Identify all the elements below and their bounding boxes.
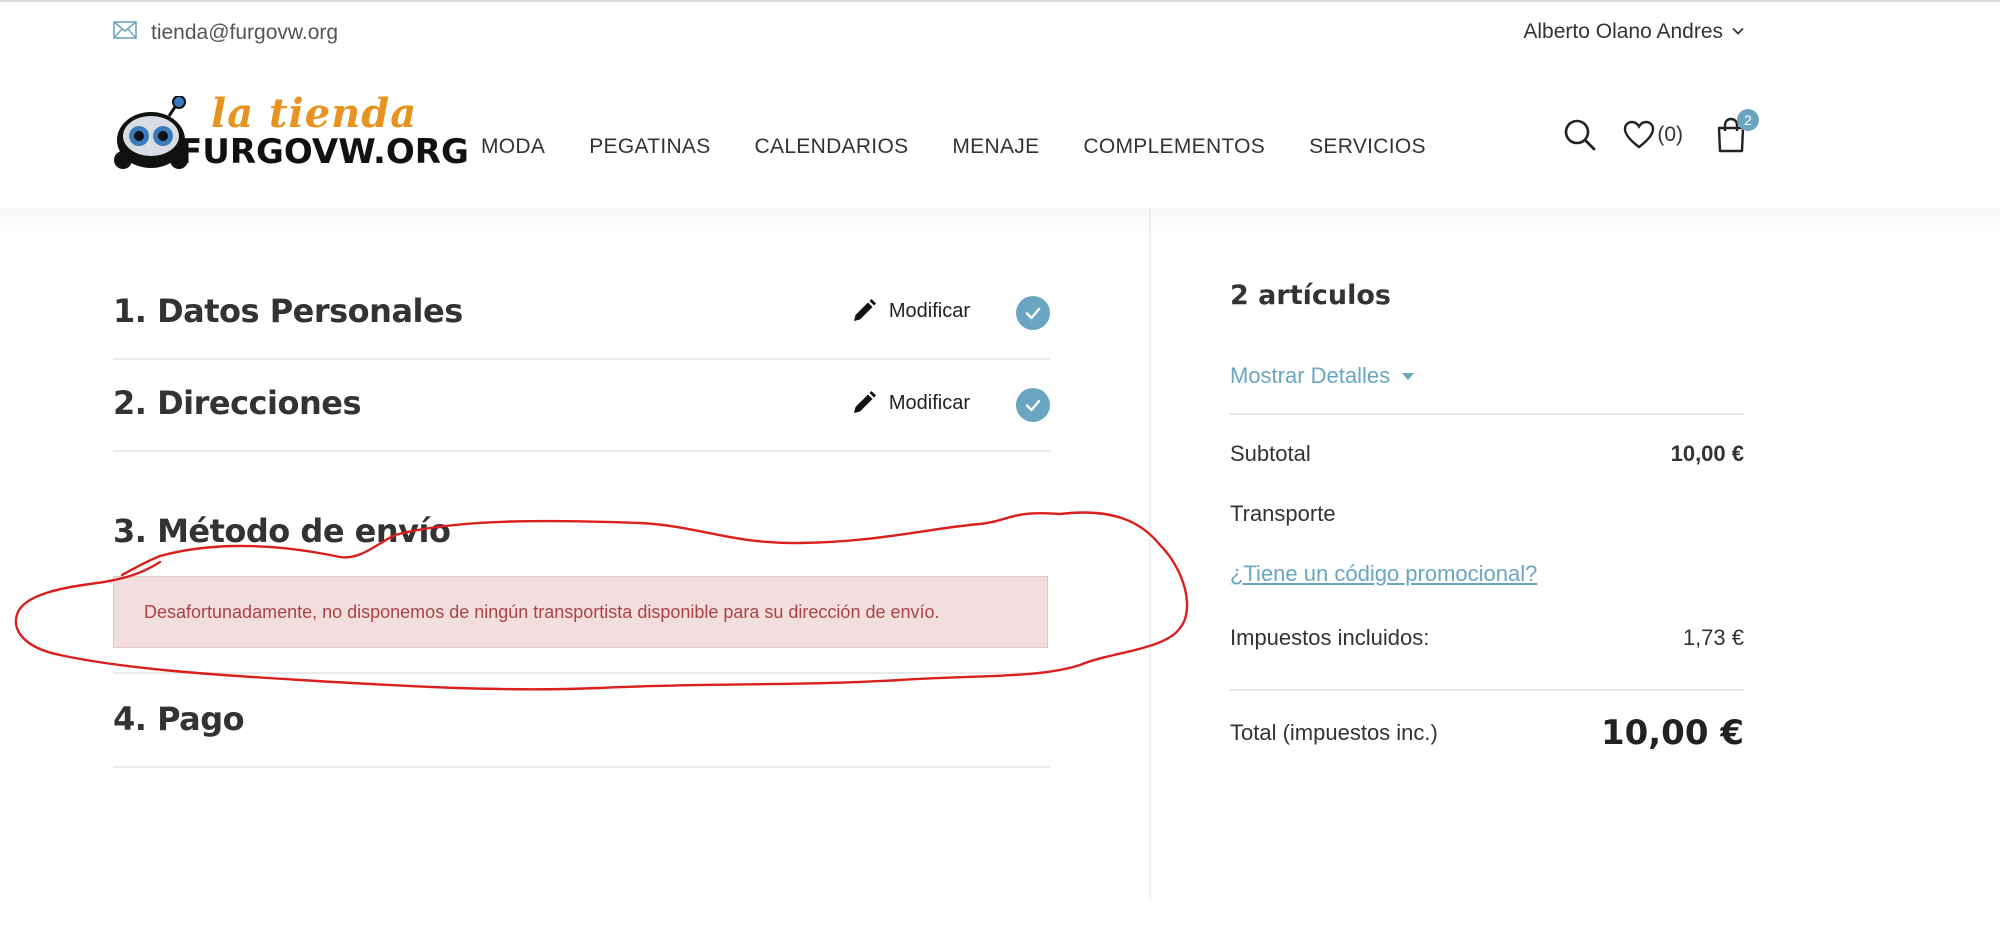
column-divider [1149,208,1151,898]
cart-count-badge: 2 [1737,109,1759,131]
show-details-label: Mostrar Detalles [1230,363,1391,388]
step-payment: 4. Pago [113,700,1050,768]
subtotal-value: 10,00 € [1670,441,1744,466]
step-shipping-method-title: 3. Método de envío [113,512,451,550]
wishlist-count: (0) [1657,123,1683,146]
taxes-row: Impuestos incluidos: 1,73 € [1230,625,1744,651]
top-bar: tienda@furgovw.org Alberto Olano Andres [113,12,1745,63]
step-payment-title: 4. Pago [113,700,245,738]
step-personal-data: 1. Datos Personales Modificar [113,292,1050,360]
user-name: Alberto Olano Andres [1523,20,1723,43]
nav-item-menaje[interactable]: MENAJE [952,135,1039,159]
envelope-icon [113,20,137,46]
step-addresses: 2. Direcciones Modificar [113,384,1050,452]
search-icon [1565,119,1596,151]
logo-wordmark: FURGOVW.ORG [179,132,469,172]
site-header: la tienda FURGOVW.ORG MODA PEGATINAS CAL… [0,62,2000,208]
chevron-down-icon [1731,20,1745,44]
contact-email-text: tienda@furgovw.org [151,21,339,44]
caret-down-icon [1402,373,1415,380]
user-account-menu[interactable]: Alberto Olano Andres [1523,20,1745,44]
show-details-toggle[interactable]: Mostrar Detalles [1230,363,1744,389]
shipping-row: Transporte [1230,501,1744,527]
shipping-unavailable-alert: Desafortunadamente, no disponemos de nin… [113,576,1048,648]
cart-button[interactable]: 2 [1715,109,1759,153]
subtotal-row: Subtotal 10,00 € [1230,441,1744,467]
header-actions: (0) 2 [1563,109,1759,153]
taxes-label: Impuestos incluidos: [1230,625,1430,650]
content-shadow [0,208,2000,238]
total-value: 10,00 € [1600,713,1744,753]
search-button[interactable] [1563,118,1623,152]
subtotal-label: Subtotal [1230,441,1311,466]
heart-icon [1624,120,1655,149]
summary-divider [1230,413,1744,415]
checkmark-icon [1025,399,1041,412]
pencil-icon [853,299,876,321]
shipping-alert-text: Desafortunadamente, no disponemos de nin… [144,601,940,622]
top-border-line [0,0,2000,2]
logo-tagline: la tienda [211,90,418,137]
nav-item-complementos[interactable]: COMPLEMENTOS [1083,135,1265,159]
order-summary: 2 artículos Mostrar Detalles Subtotal 10… [1230,280,1744,753]
step-completed-check [1016,296,1050,330]
modify-label: Modificar [888,391,970,414]
nav-item-pegatinas[interactable]: PEGATINAS [589,135,710,159]
modify-personal-data-button[interactable]: Modificar [851,298,970,324]
promo-code-link[interactable]: ¿Tiene un código promocional? [1230,561,1537,586]
step-completed-check [1016,388,1050,422]
checkmark-icon [1025,307,1041,320]
total-row: Total (impuestos inc.) 10,00 € [1230,713,1744,753]
modify-label: Modificar [888,299,970,322]
promo-code-row: ¿Tiene un código promocional? [1230,561,1744,587]
main-navigation: MODA PEGATINAS CALENDARIOS MENAJE COMPLE… [481,135,1470,159]
contact-email[interactable]: tienda@furgovw.org [113,20,338,46]
total-label: Total (impuestos inc.) [1230,720,1438,745]
nav-item-calendarios[interactable]: CALENDARIOS [755,135,909,159]
items-count: 2 artículos [1230,280,1391,311]
nav-item-moda[interactable]: MODA [481,135,545,159]
nav-item-servicios[interactable]: SERVICIOS [1309,135,1426,159]
site-logo[interactable]: la tienda FURGOVW.ORG [113,90,469,182]
shipping-label: Transporte [1230,501,1336,526]
wishlist-button[interactable]: (0) [1623,120,1683,150]
summary-divider [1230,689,1744,691]
pencil-icon [853,391,876,413]
taxes-value: 1,73 € [1682,625,1744,650]
modify-addresses-button[interactable]: Modificar [851,390,970,416]
